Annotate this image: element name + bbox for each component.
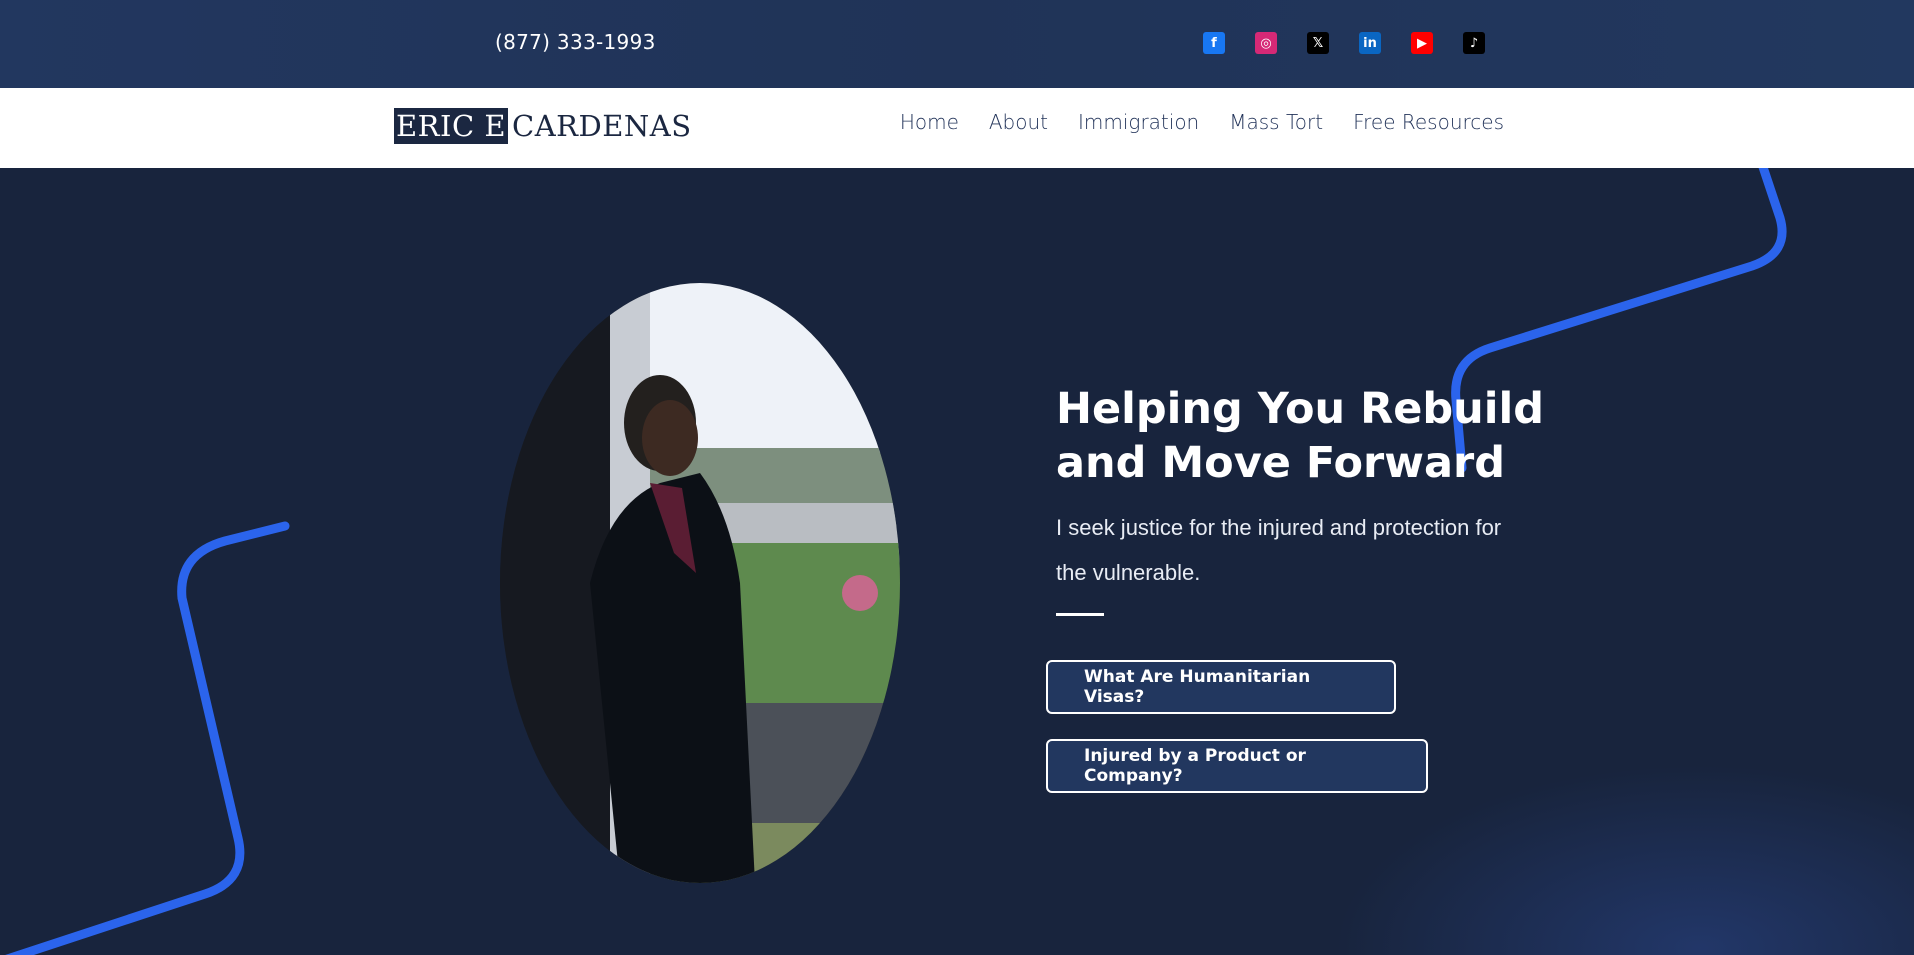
youtube-icon[interactable]: ▶ bbox=[1411, 32, 1433, 54]
hero-subhead: I seek justice for the injured and prote… bbox=[1056, 515, 1502, 585]
x-icon[interactable]: 𝕏 bbox=[1307, 32, 1329, 54]
primary-nav: Home About Immigration Mass Tort Free Re… bbox=[900, 110, 1504, 134]
hero-headline: Helping You Rebuild and Move Forward bbox=[1056, 384, 1545, 488]
attorney-portrait bbox=[500, 283, 900, 883]
logo-last-name: CARDENAS bbox=[512, 109, 692, 143]
nav-immigration[interactable]: Immigration bbox=[1078, 110, 1199, 134]
decorative-lines bbox=[5, 168, 1787, 955]
humanitarian-visas-button[interactable]: What Are Humanitarian Visas? bbox=[1046, 660, 1396, 714]
top-bar: (877) 333-1993 f ◎ 𝕏 in ▶ ♪ bbox=[0, 0, 1914, 88]
tiktok-icon[interactable]: ♪ bbox=[1463, 32, 1485, 54]
phone-number[interactable]: (877) 333-1993 bbox=[495, 30, 656, 54]
linkedin-icon[interactable]: in bbox=[1359, 32, 1381, 54]
portrait-image bbox=[500, 283, 900, 883]
headline-divider bbox=[1056, 613, 1104, 616]
nav-about[interactable]: About bbox=[989, 110, 1048, 134]
nav-mass-tort[interactable]: Mass Tort bbox=[1229, 110, 1323, 134]
injured-product-button[interactable]: Injured by a Product or Company? bbox=[1046, 739, 1428, 793]
site-logo[interactable]: ERIC E CARDENAS bbox=[394, 108, 692, 144]
social-links: f ◎ 𝕏 in ▶ ♪ bbox=[1203, 32, 1485, 54]
hero-section bbox=[0, 168, 1914, 955]
facebook-icon[interactable]: f bbox=[1203, 32, 1225, 54]
nav-home[interactable]: Home bbox=[900, 110, 959, 134]
nav-free-resources[interactable]: Free Resources bbox=[1353, 110, 1504, 134]
logo-first-name: ERIC E bbox=[394, 108, 509, 144]
instagram-icon[interactable]: ◎ bbox=[1255, 32, 1277, 54]
